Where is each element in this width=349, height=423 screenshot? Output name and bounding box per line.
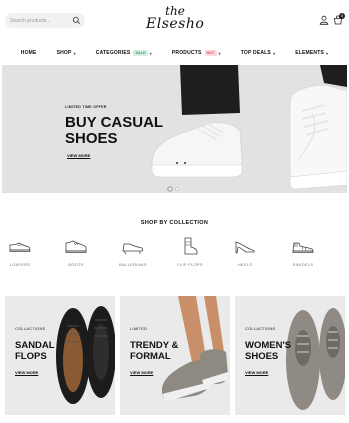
- hot-badge: HOT: [204, 50, 217, 56]
- chevron-down-icon: ▾: [218, 50, 221, 56]
- nav-elements[interactable]: ELEMENTS ▾: [295, 47, 328, 59]
- banner-view-more-link[interactable]: VIEW MORE: [15, 370, 38, 375]
- chevron-down-icon: ▾: [149, 50, 152, 56]
- site-logo[interactable]: the Elsesho: [146, 5, 204, 37]
- banner-title: SANDAL FLOPS: [15, 340, 55, 362]
- banner-kicker: COLLACTIONS: [245, 326, 276, 331]
- banner-title: WOMEN'S SHOES: [245, 340, 292, 362]
- nav-categories[interactable]: CATEGORIES SALE ▾: [96, 47, 152, 59]
- collection-loafers[interactable]: LOAFERS: [0, 236, 40, 276]
- nav-top-deals-label: TOP DEALS: [240, 50, 271, 56]
- search-bar[interactable]: [5, 13, 85, 28]
- logo-line-2: Elsesho: [146, 16, 205, 32]
- boot-icon: [65, 240, 87, 253]
- collection-label: LOAFERS: [9, 262, 31, 267]
- nav-products[interactable]: PRODUCTS HOT ▾: [172, 47, 221, 59]
- collection-boots[interactable]: BOOTS: [56, 236, 96, 276]
- nav-shop[interactable]: SHOP ▾: [57, 47, 76, 59]
- banner-view-more-link[interactable]: VIEW MORE: [130, 370, 153, 375]
- collection-label: BALLERINAS: [119, 262, 147, 267]
- collection-label: SANDELS: [292, 262, 314, 267]
- slider-dot[interactable]: [175, 187, 179, 191]
- nav-home-label: HOME: [20, 50, 37, 56]
- collection-flip-flops[interactable]: FLIP FLOPS: [170, 236, 210, 276]
- banner-title: TRENDY & FORMAL: [130, 340, 179, 362]
- nav-top-deals[interactable]: TOP DEALS ▾: [241, 47, 275, 59]
- search-icon[interactable]: [72, 16, 81, 25]
- slider-dots: [168, 187, 179, 191]
- sandal-icon: [292, 242, 314, 253]
- slider-dot[interactable]: [168, 187, 172, 191]
- nav-shop-label: SHOP: [56, 50, 72, 56]
- heel-icon: [235, 241, 255, 254]
- sale-badge: SALE: [133, 50, 148, 56]
- search-input[interactable]: [10, 17, 72, 24]
- banner-kicker: LIMITED: [130, 326, 148, 331]
- hero-slider[interactable]: LIMITED TIME OFFER BUY CASUAL SHOES VIEW…: [2, 65, 347, 193]
- cart-count-badge: 0: [339, 13, 345, 19]
- banner-trendy-formal[interactable]: LIMITED TRENDY & FORMAL VIEW MORE: [120, 296, 230, 415]
- banner-womens-shoes[interactable]: COLLACTIONS WOMEN'S SHOES VIEW MORE: [235, 296, 345, 415]
- hero-view-more-link[interactable]: VIEW MORE: [67, 153, 90, 158]
- nav-categories-label: CATEGORIES: [95, 50, 131, 56]
- collection-ballerinas[interactable]: BALLERINAS: [113, 236, 153, 276]
- banner-view-more-link[interactable]: VIEW MORE: [245, 370, 268, 375]
- collection-label: BOOTS: [68, 262, 84, 267]
- nav-home[interactable]: HOME: [21, 47, 37, 59]
- user-icon[interactable]: [319, 15, 329, 25]
- nav-products-label: PRODUCTS: [171, 50, 202, 56]
- ballerina-icon: [122, 243, 144, 255]
- banner-kicker: COLLACTIONS: [15, 326, 46, 331]
- collection-sandels[interactable]: SANDELS: [283, 236, 323, 276]
- nav-elements-label: ELEMENTS: [295, 50, 325, 56]
- collection-heels[interactable]: HEELS: [225, 236, 265, 276]
- collection-label: HEELS: [237, 262, 253, 267]
- hero-kicker: LIMITED TIME OFFER: [65, 105, 107, 109]
- collection-heading: SHOP BY COLLECTION: [140, 220, 209, 226]
- collection-label: FLIP FLOPS: [177, 262, 203, 267]
- chevron-down-icon: ▾: [272, 50, 276, 56]
- flip-flop-icon: [184, 237, 198, 255]
- main-nav: HOME SHOP ▾ CATEGORIES SALE ▾ PRODUCTS HOT ▾ …: [0, 47, 349, 59]
- chevron-down-icon: ▾: [73, 50, 76, 56]
- hero-title: BUY CASUAL SHOES: [65, 114, 163, 147]
- chevron-down-icon: ▾: [326, 50, 329, 56]
- loafer-icon: [9, 242, 31, 252]
- banner-sandal-flops[interactable]: COLLACTIONS SANDAL FLOPS VIEW MORE: [5, 296, 115, 415]
